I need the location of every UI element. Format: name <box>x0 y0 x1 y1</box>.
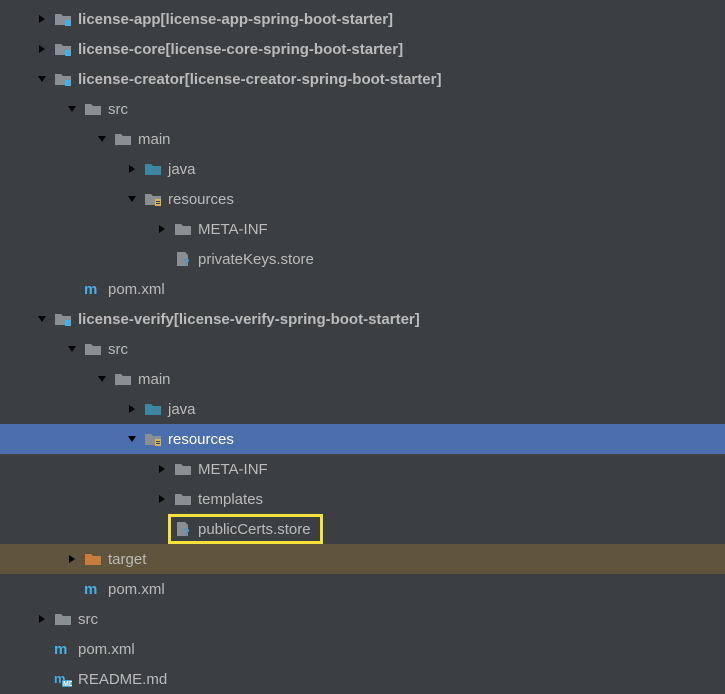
chevron-right-icon[interactable] <box>154 491 170 507</box>
module-icon <box>54 11 72 27</box>
tree-row[interactable]: resources <box>0 424 725 454</box>
tree-item-suffix: [license-core-spring-boot-starter] <box>166 41 404 58</box>
tree-item-label: META-INF <box>198 461 268 478</box>
tree-item-label: src <box>108 101 128 118</box>
chevron-right-icon[interactable] <box>34 41 50 57</box>
tree-row[interactable]: privateKeys.store <box>0 244 725 274</box>
tree-row[interactable]: resources <box>0 184 725 214</box>
chevron-right-icon[interactable] <box>34 611 50 627</box>
project-tree: license-app [license-app-spring-boot-sta… <box>0 4 725 694</box>
unknown-icon <box>174 251 192 267</box>
tree-item-label: META-INF <box>198 221 268 238</box>
tree-item-label: main <box>138 131 171 148</box>
maven-icon <box>54 641 72 657</box>
tree-item-label: license-creator <box>78 71 185 88</box>
tree-item-label: privateKeys.store <box>198 251 314 268</box>
tree-item-label: publicCerts.store <box>198 521 311 538</box>
tree-item-suffix: [license-creator-spring-boot-starter] <box>185 71 442 88</box>
tree-item-suffix: [license-verify-spring-boot-starter] <box>174 311 420 328</box>
target-icon <box>84 551 102 567</box>
src-icon <box>144 401 162 417</box>
chevron-right-icon[interactable] <box>124 401 140 417</box>
chevron-down-icon[interactable] <box>94 371 110 387</box>
folder-icon <box>174 491 192 507</box>
module-icon <box>54 311 72 327</box>
tree-row[interactable]: src <box>0 94 725 124</box>
tree-row[interactable]: src <box>0 604 725 634</box>
tree-row[interactable]: META-INF <box>0 454 725 484</box>
tree-row[interactable]: java <box>0 394 725 424</box>
tree-row[interactable]: license-core [license-core-spring-boot-s… <box>0 34 725 64</box>
tree-row[interactable]: src <box>0 334 725 364</box>
tree-item-label: target <box>108 551 146 568</box>
tree-item-label: java <box>168 161 196 178</box>
tree-row[interactable]: license-verify [license-verify-spring-bo… <box>0 304 725 334</box>
res-icon <box>144 191 162 207</box>
chevron-down-icon[interactable] <box>124 431 140 447</box>
chevron-right-icon[interactable] <box>64 551 80 567</box>
chevron-right-icon[interactable] <box>34 11 50 27</box>
tree-row[interactable]: license-app [license-app-spring-boot-sta… <box>0 4 725 34</box>
tree-item-label: license-verify <box>78 311 174 328</box>
tree-item-label: main <box>138 371 171 388</box>
tree-row[interactable]: pom.xml <box>0 574 725 604</box>
chevron-right-icon[interactable] <box>154 221 170 237</box>
tree-row[interactable]: license-creator [license-creator-spring-… <box>0 64 725 94</box>
chevron-right-icon[interactable] <box>154 461 170 477</box>
folder-icon <box>84 341 102 357</box>
res-icon <box>144 431 162 447</box>
tree-row[interactable]: main <box>0 364 725 394</box>
tree-row[interactable]: target <box>0 544 725 574</box>
chevron-right-icon[interactable] <box>124 161 140 177</box>
tree-row[interactable]: templates <box>0 484 725 514</box>
unknown-icon <box>174 521 192 537</box>
src-icon <box>144 161 162 177</box>
tree-item-label: pom.xml <box>78 641 135 658</box>
chevron-down-icon[interactable] <box>94 131 110 147</box>
tree-row[interactable]: META-INF <box>0 214 725 244</box>
tree-item-label: java <box>168 401 196 418</box>
folder-icon <box>174 461 192 477</box>
md-icon <box>54 671 72 687</box>
chevron-down-icon[interactable] <box>64 101 80 117</box>
tree-row[interactable]: pom.xml <box>0 274 725 304</box>
tree-item-label: src <box>108 341 128 358</box>
folder-icon <box>54 611 72 627</box>
chevron-down-icon[interactable] <box>124 191 140 207</box>
chevron-down-icon[interactable] <box>64 341 80 357</box>
tree-item-label: license-core <box>78 41 166 58</box>
tree-row[interactable]: main <box>0 124 725 154</box>
tree-row[interactable]: publicCerts.store <box>0 514 725 544</box>
folder-icon <box>84 101 102 117</box>
tree-item-label: resources <box>168 191 234 208</box>
tree-item-label: pom.xml <box>108 581 165 598</box>
module-icon <box>54 41 72 57</box>
tree-item-suffix: [license-app-spring-boot-starter] <box>161 11 394 28</box>
tree-item-label: pom.xml <box>108 281 165 298</box>
tree-item-label: README.md <box>78 671 167 688</box>
module-icon <box>54 71 72 87</box>
tree-item-label: resources <box>168 431 234 448</box>
tree-row[interactable]: java <box>0 154 725 184</box>
tree-row[interactable]: README.md <box>0 664 725 694</box>
chevron-down-icon[interactable] <box>34 71 50 87</box>
tree-item-label: templates <box>198 491 263 508</box>
maven-icon <box>84 581 102 597</box>
folder-icon <box>174 221 192 237</box>
folder-icon <box>114 371 132 387</box>
tree-item-label: src <box>78 611 98 628</box>
tree-item-label: license-app <box>78 11 161 28</box>
maven-icon <box>84 281 102 297</box>
tree-row[interactable]: pom.xml <box>0 634 725 664</box>
chevron-down-icon[interactable] <box>34 311 50 327</box>
folder-icon <box>114 131 132 147</box>
